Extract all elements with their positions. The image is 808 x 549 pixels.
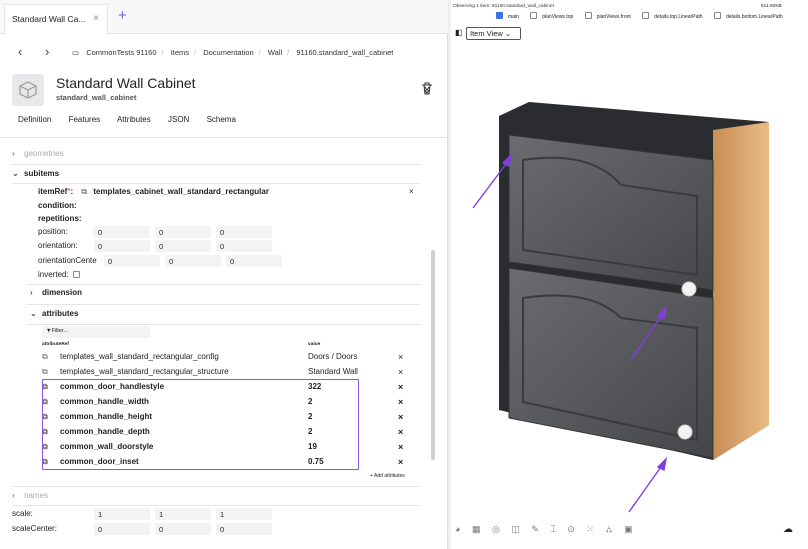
chevron-right-icon: › (30, 288, 33, 297)
orientation-y-input[interactable]: 0 (155, 240, 211, 252)
tab-json[interactable]: JSON (168, 115, 189, 124)
new-tab-button[interactable]: + (118, 7, 127, 24)
breadcrumb-item[interactable]: Wall (268, 48, 282, 57)
attribute-filter-input[interactable]: ▼Filter... (42, 326, 150, 338)
tab-schema[interactable]: Schema (207, 115, 236, 124)
highlight-box (42, 379, 359, 470)
geometries-section[interactable]: › geometries (12, 149, 64, 165)
position-z-input[interactable]: 0 (216, 226, 272, 238)
orientation-center-z-input[interactable]: 0 (226, 255, 282, 267)
tab-definition[interactable]: Definition (18, 115, 51, 124)
position-label: position: (38, 227, 68, 236)
hierarchy-icon[interactable]: ⛼ (606, 524, 613, 534)
orientation-center-label: orientationCente (38, 256, 97, 265)
back-icon[interactable]: ‹ (18, 44, 22, 59)
position-x-input[interactable]: 0 (94, 226, 150, 238)
layers-icon[interactable]: ▣ (624, 524, 633, 534)
3d-viewport[interactable]: Observing 1 item: 91160.standard_wall_ca… (451, 0, 808, 549)
measure-icon[interactable]: ⌶ (550, 524, 555, 534)
divider (0, 137, 448, 138)
clear-itemref-icon[interactable]: × (409, 187, 414, 196)
cloud-download-icon[interactable]: ☁ (783, 524, 793, 535)
breadcrumb-item[interactable]: 91160.standard_wall_cabinet (296, 48, 393, 57)
chevron-down-icon: ⌄ (30, 309, 37, 318)
app-window: Standard Wall Ca... × + ‹ › ▭ CommonTest… (0, 0, 808, 549)
document-tab[interactable]: Standard Wall Ca... × (4, 4, 108, 34)
remove-icon[interactable]: × (398, 382, 403, 392)
navigation-row: ‹ › ▭ CommonTests 91160/ Items / Document… (0, 40, 448, 64)
scale-center-label: scaleCenter: (12, 524, 57, 533)
scale-center-x-input[interactable]: 0 (94, 523, 150, 535)
palette-icon[interactable]: ◕ (455, 524, 460, 534)
orientation-x-input[interactable]: 0 (94, 240, 150, 252)
condition-label: condition: (38, 201, 77, 210)
tab-attributes[interactable]: Attributes (117, 115, 151, 124)
tab-features[interactable]: Features (69, 115, 101, 124)
inverted-row: inverted: (38, 270, 82, 279)
breadcrumb-item[interactable]: Documentation (203, 48, 253, 57)
cube-icon (12, 74, 44, 106)
add-attributes-link[interactable]: + Add attributes (370, 473, 405, 479)
folder-icon: ▭ (72, 48, 80, 57)
column-header-ref: attributeRef (42, 342, 69, 347)
remove-icon[interactable]: × (398, 412, 403, 422)
breadcrumb-item[interactable]: CommonTests 91160 (86, 48, 156, 57)
tab-bar: Standard Wall Ca... × + (0, 0, 448, 34)
remove-icon[interactable]: × (398, 397, 403, 407)
chevron-right-icon: › (12, 149, 15, 158)
scale-center-y-input[interactable]: 0 (155, 523, 211, 535)
remove-icon[interactable]: × (398, 352, 403, 362)
scale-label: scale: (12, 509, 33, 518)
box-icon[interactable]: ◫ (511, 524, 520, 534)
grid-icon[interactable]: ▦ (472, 524, 481, 534)
column-header-value: value (308, 342, 321, 347)
brush-icon[interactable]: ✎ (531, 524, 539, 534)
tab-title: Standard Wall Ca... (12, 14, 86, 24)
remove-icon[interactable]: × (398, 427, 403, 437)
orientation-center-x-input[interactable]: 0 (104, 255, 160, 267)
delete-icon[interactable] (420, 82, 434, 101)
remove-icon[interactable]: × (398, 457, 403, 467)
external-link-icon[interactable]: ⧉ (81, 187, 87, 196)
scale-y-input[interactable]: 1 (155, 508, 211, 520)
orientation-label: orientation: (38, 241, 78, 250)
close-tab-icon[interactable]: × (93, 13, 99, 24)
scrollbar[interactable] (431, 250, 435, 460)
itemref-row: itemRef*: ⧉ templates_cabinet_wall_stand… (38, 187, 269, 196)
chevron-down-icon: ⌄ (12, 169, 19, 178)
breadcrumb-item[interactable]: Items (171, 48, 189, 57)
definition-form: › geometries ⌄ subitems itemRef*: ⧉ templa… (12, 145, 432, 541)
external-link-icon[interactable]: ⧉ (42, 352, 48, 362)
editor-panel: Standard Wall Ca... × + ‹ › ▭ CommonTest… (0, 0, 448, 549)
position-y-input[interactable]: 0 (155, 226, 211, 238)
table-row: ⧉ templates_wall_standard_rectangular_con… (42, 352, 404, 362)
repetitions-label: repetitions: (38, 214, 82, 223)
scale-x-input[interactable]: 1 (94, 508, 150, 520)
itemref-value[interactable]: templates_cabinet_wall_standard_rectangu… (93, 187, 269, 196)
target-icon[interactable]: ⊙ (567, 524, 575, 534)
external-link-icon[interactable]: ⧉ (42, 367, 48, 377)
chevron-right-icon: › (12, 491, 15, 500)
scale-center-z-input[interactable]: 0 (216, 523, 272, 535)
breadcrumb: ▭ CommonTests 91160/ Items / Documentatio… (72, 48, 394, 57)
inverted-checkbox[interactable] (72, 271, 80, 278)
remove-icon[interactable]: × (398, 442, 403, 452)
remove-icon[interactable]: × (398, 367, 403, 377)
dimension-section[interactable]: › dimension (30, 288, 82, 304)
viewport-toolbar: ◕ ▦ ◎ ◫ ✎ ⌶ ⊙ ⁙ ⛼ ▣ (455, 524, 800, 538)
attributes-section[interactable]: ⌄ attributes (30, 309, 78, 325)
page-subtitle: standard_wall_cabinet (56, 93, 137, 102)
dots-icon[interactable]: ⁙ (586, 524, 594, 534)
section-tabs: Definition Features Attributes JSON Sche… (18, 115, 251, 124)
orientation-center-y-input[interactable]: 0 (165, 255, 221, 267)
scale-z-input[interactable]: 1 (216, 508, 272, 520)
circle-icon[interactable]: ◎ (492, 524, 500, 534)
forward-icon[interactable]: › (45, 44, 49, 59)
page-title: Standard Wall Cabinet (56, 75, 196, 91)
cabinet-render (472, 102, 769, 513)
orientation-z-input[interactable]: 0 (216, 240, 272, 252)
